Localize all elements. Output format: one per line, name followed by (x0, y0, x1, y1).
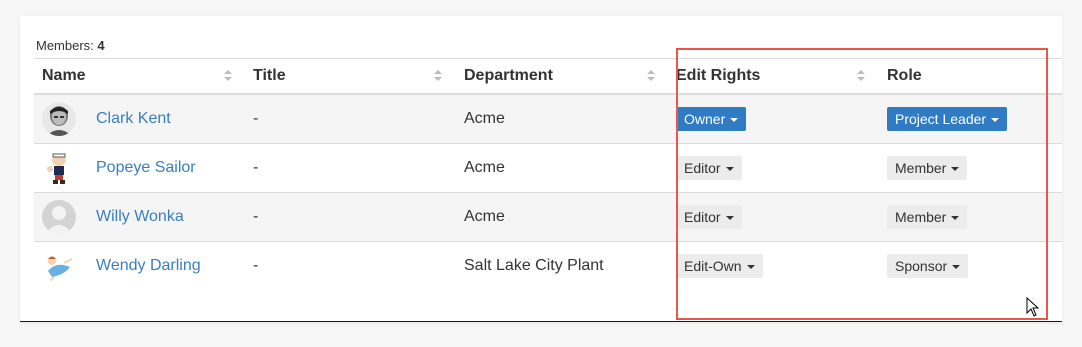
member-title: - (253, 257, 259, 274)
edit-rights-value: Edit-Own (684, 258, 742, 274)
edit-rights-dropdown[interactable]: Edit-Own (676, 254, 763, 278)
caret-down-icon (725, 216, 734, 221)
caret-down-icon (952, 265, 961, 270)
member-name-link[interactable]: Willy Wonka (96, 193, 184, 241)
member-name-link[interactable]: Popeye Sailor (96, 144, 196, 192)
caret-down-icon (725, 167, 734, 172)
edit-rights-value: Owner (684, 111, 726, 127)
column-header-role[interactable]: Role (887, 59, 922, 93)
column-header-title[interactable]: Title (253, 59, 286, 93)
photo-avatar-icon (42, 102, 76, 136)
edit-rights-dropdown[interactable]: Editor (676, 205, 742, 229)
member-name-link[interactable]: Clark Kent (96, 95, 171, 143)
members-count: Members: 4 (36, 38, 105, 53)
sort-icon[interactable] (857, 70, 865, 82)
member-title: - (253, 159, 259, 176)
caret-down-icon (991, 118, 1000, 123)
mouse-cursor-icon (1026, 297, 1040, 317)
cartoon-avatar-icon (42, 249, 76, 283)
members-panel: Members: 4 Name Title Department Edit Ri… (20, 16, 1062, 322)
member-name-link[interactable]: Wendy Darling (96, 242, 201, 290)
role-dropdown[interactable]: Member (887, 156, 968, 180)
caret-down-icon (951, 216, 960, 221)
member-department: Acme (464, 208, 505, 225)
role-value: Project Leader (895, 111, 987, 127)
role-value: Sponsor (895, 258, 948, 274)
table-header: Name Title Department Edit Rights Role (34, 58, 1062, 95)
table-row: Popeye Sailor - Acme Editor Member (34, 144, 1062, 193)
sort-icon[interactable] (434, 70, 442, 82)
column-header-name[interactable]: Name (42, 59, 86, 93)
column-header-edit-rights[interactable]: Edit Rights (676, 59, 760, 93)
members-table: Name Title Department Edit Rights Role C… (34, 58, 1062, 290)
avatar (42, 200, 76, 234)
default-user-icon (42, 200, 76, 234)
members-label: Members: (36, 38, 94, 53)
avatar (42, 249, 76, 283)
role-dropdown[interactable]: Sponsor (887, 254, 969, 278)
members-count-value: 4 (97, 38, 105, 53)
edit-rights-dropdown[interactable]: Editor (676, 156, 742, 180)
caret-down-icon (730, 118, 739, 123)
role-dropdown[interactable]: Member (887, 205, 968, 229)
avatar (42, 102, 76, 136)
table-row: Willy Wonka - Acme Editor Member (34, 193, 1062, 242)
member-title: - (253, 110, 259, 127)
role-dropdown[interactable]: Project Leader (887, 107, 1008, 131)
avatar (42, 151, 76, 185)
member-department: Salt Lake City Plant (464, 257, 604, 274)
sort-icon[interactable] (224, 70, 232, 82)
role-value: Member (895, 209, 947, 225)
table-row: Clark Kent - Acme Owner Project Leader (34, 95, 1062, 144)
member-department: Acme (464, 159, 505, 176)
member-title: - (253, 208, 259, 225)
column-header-department[interactable]: Department (464, 59, 553, 93)
cartoon-avatar-icon (42, 151, 76, 185)
member-department: Acme (464, 110, 505, 127)
table-row: Wendy Darling - Salt Lake City Plant Edi… (34, 242, 1062, 290)
role-value: Member (895, 160, 947, 176)
edit-rights-dropdown[interactable]: Owner (676, 107, 747, 131)
edit-rights-value: Editor (684, 209, 721, 225)
edit-rights-value: Editor (684, 160, 721, 176)
caret-down-icon (746, 265, 755, 270)
caret-down-icon (951, 167, 960, 172)
sort-icon[interactable] (647, 70, 655, 82)
